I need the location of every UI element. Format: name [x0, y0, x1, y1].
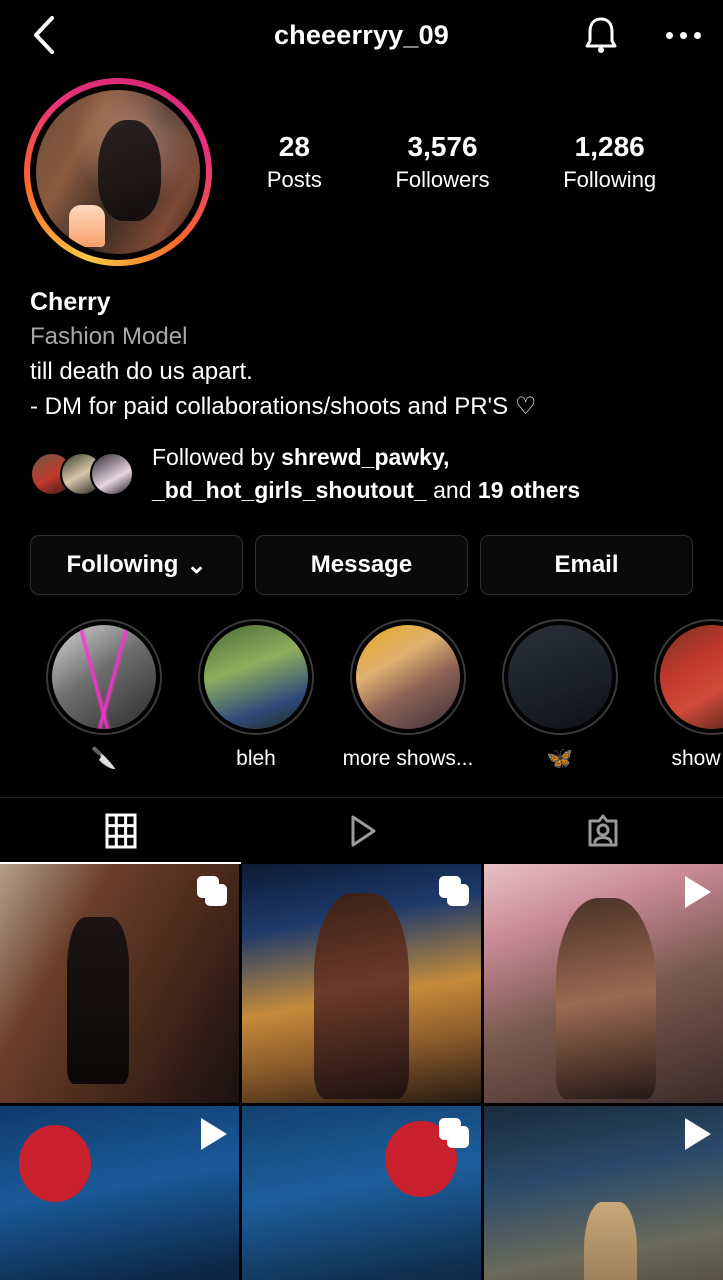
stat-followers[interactable]: 3,576 Followers	[395, 130, 489, 196]
highlight-item[interactable]: 🔪	[28, 619, 180, 771]
profile-display-name: Cherry	[30, 288, 111, 316]
profile-avatar[interactable]	[36, 90, 200, 254]
highlight-label: 🔪	[90, 747, 118, 771]
grid-post[interactable]	[0, 1106, 239, 1280]
highlight-ring	[654, 619, 723, 736]
posts-grid	[0, 864, 723, 1280]
grid-post[interactable]	[242, 864, 481, 1104]
grid-post[interactable]	[484, 864, 723, 1104]
profile-action-buttons: Following ⌄ Message Email	[0, 507, 723, 596]
highlight-thumbnail	[508, 625, 612, 730]
reel-play-icon	[685, 1118, 711, 1151]
back-button[interactable]	[22, 13, 66, 57]
profile-category: Fashion Model	[30, 323, 188, 351]
instagram-profile-screen: cheeerryy_09 28 Posts 3,576 Followers 1,…	[0, 0, 723, 1280]
tagged-person-icon	[588, 814, 617, 847]
bio-line-2: - DM for paid collaborations/shoots and …	[30, 392, 537, 420]
mutual-user-1[interactable]: shrewd_pawky,	[281, 444, 449, 470]
grid-post[interactable]	[484, 1106, 723, 1280]
grid-icon	[105, 813, 136, 849]
tab-grid[interactable]	[0, 798, 241, 865]
highlight-thumbnail	[204, 625, 308, 730]
message-button-label: Message	[310, 551, 413, 579]
highlight-thumbnail	[660, 625, 723, 730]
email-button-label: Email	[554, 551, 619, 579]
highlight-ring	[502, 619, 618, 736]
play-icon	[351, 815, 375, 847]
notifications-button[interactable]	[582, 14, 620, 56]
following-button[interactable]: Following ⌄	[30, 535, 243, 596]
profile-tabs	[0, 797, 723, 865]
avatar-inner-gap	[30, 84, 206, 260]
followed-by-others[interactable]: 19 others	[478, 477, 580, 503]
stat-following[interactable]: 1,286 Following	[563, 130, 656, 196]
grid-post[interactable]	[242, 1106, 481, 1280]
following-label: Following	[563, 167, 657, 193]
more-horizontal-icon	[666, 31, 701, 39]
story-highlights: 🔪 bleh more shows... 🦋 show ✨	[0, 595, 723, 771]
grid-post[interactable]	[0, 864, 239, 1104]
reel-play-icon	[685, 876, 711, 909]
followers-count: 3,576	[407, 131, 478, 162]
top-bar-actions	[582, 14, 701, 56]
highlight-ring	[46, 619, 162, 736]
posts-count: 28	[278, 131, 310, 162]
highlight-item[interactable]: more shows...	[332, 619, 484, 771]
highlight-label: show ✨	[671, 747, 723, 771]
highlight-thumbnail	[52, 625, 156, 730]
chevron-down-icon: ⌄	[186, 551, 207, 579]
highlight-item[interactable]: bleh	[180, 619, 332, 771]
carousel-icon	[197, 876, 227, 907]
carousel-icon	[439, 1118, 469, 1149]
profile-stats: 28 Posts 3,576 Followers 1,286 Following	[212, 78, 699, 196]
highlight-label: 🦋	[546, 747, 574, 771]
email-button[interactable]: Email	[480, 535, 693, 596]
followers-label: Followers	[395, 167, 490, 193]
highlight-label: bleh	[236, 747, 276, 771]
tab-reels[interactable]	[241, 798, 482, 864]
chevron-left-icon	[34, 16, 54, 54]
tab-tagged[interactable]	[482, 798, 723, 864]
profile-avatar-story-ring[interactable]	[24, 78, 212, 266]
stat-posts[interactable]: 28 Posts	[267, 130, 322, 196]
carousel-icon	[439, 876, 469, 907]
bio-line-1: till death do us apart.	[30, 358, 253, 386]
following-button-label: Following	[66, 551, 179, 579]
followed-by-avatars	[30, 451, 134, 496]
reel-play-icon	[201, 1118, 227, 1151]
mutual-avatar	[90, 451, 134, 496]
highlight-ring	[198, 619, 314, 736]
followed-by-prefix: Followed by	[152, 443, 282, 470]
highlight-label: more shows...	[342, 747, 474, 771]
following-count: 1,286	[574, 131, 645, 162]
mutual-user-2[interactable]: _bd_hot_girls_shoutout_	[152, 477, 427, 503]
message-button[interactable]: Message	[255, 535, 468, 596]
followed-by-text: Followed by shrewd_pawky, _bd_hot_girls_…	[152, 441, 580, 508]
highlight-item[interactable]: show ✨	[636, 619, 723, 771]
profile-bio: Cherry Fashion Model till death do us ap…	[0, 266, 723, 425]
followed-by-section[interactable]: Followed by shrewd_pawky, _bd_hot_girls_…	[0, 425, 723, 508]
followed-by-middle: and	[426, 476, 478, 503]
top-navigation-bar: cheeerryy_09	[0, 0, 723, 70]
posts-label: Posts	[266, 167, 322, 193]
highlight-thumbnail	[356, 625, 460, 730]
highlight-ring	[350, 619, 466, 736]
bell-icon	[585, 17, 617, 53]
highlight-item[interactable]: 🦋	[484, 619, 636, 771]
more-options-button[interactable]	[666, 31, 701, 39]
profile-header: 28 Posts 3,576 Followers 1,286 Following	[0, 70, 723, 266]
